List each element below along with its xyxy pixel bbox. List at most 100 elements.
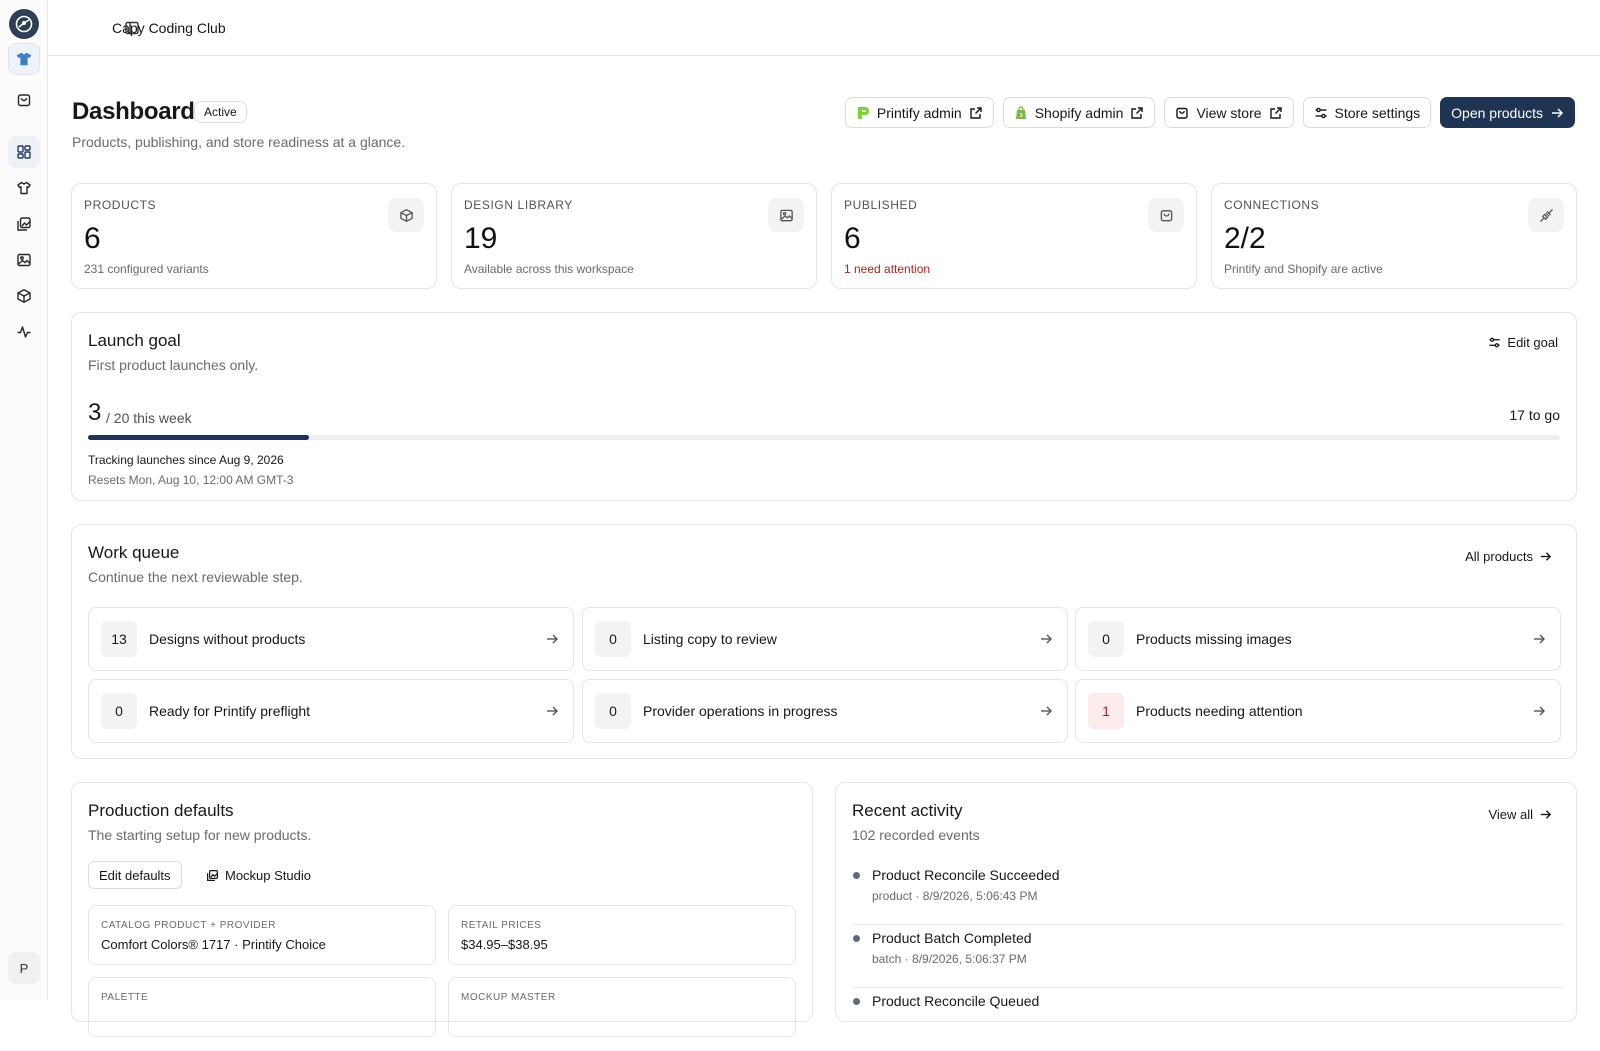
arrow-right-icon xyxy=(1540,551,1552,561)
activity-item[interactable]: Product Reconcile Succeeded product · 8/… xyxy=(852,863,1564,925)
printify-admin-label: Printify admin xyxy=(876,104,962,121)
stat-value: 6 xyxy=(844,222,861,255)
activity-item[interactable]: Product Batch Completed batch · 8/9/2026… xyxy=(852,926,1564,988)
field-catalog-product: CATALOG PRODUCT + PROVIDER Comfort Color… xyxy=(88,905,436,965)
image-icon[interactable] xyxy=(8,244,40,276)
shopping-bag-icon xyxy=(1176,107,1189,119)
activity-meta: batch · 8/9/2026, 5:06:37 PM xyxy=(872,952,1027,966)
arrow-right-icon xyxy=(1534,706,1545,716)
shopping-bag-icon[interactable] xyxy=(8,84,40,116)
view-all-button[interactable]: View all xyxy=(1488,799,1552,829)
queue-count-alert: 1 xyxy=(1088,693,1124,729)
arrow-right-icon xyxy=(547,706,558,716)
queue-count: 0 xyxy=(101,693,137,729)
panel-title: Work queue xyxy=(88,543,180,562)
edit-defaults-label: Edit defaults xyxy=(99,867,171,883)
field-label: MOCKUP MASTER xyxy=(461,992,556,1003)
field-value: $34.95–$38.95 xyxy=(461,937,548,952)
queue-label: Listing copy to review xyxy=(643,631,777,647)
field-label: RETAIL PRICES xyxy=(461,920,542,931)
recent-activity-panel: Recent activity 102 recorded events View… xyxy=(835,782,1577,1022)
stat-note: Printify and Shopify are active xyxy=(1224,262,1383,276)
view-store-label: View store xyxy=(1196,104,1262,121)
arrow-right-icon xyxy=(1552,107,1564,118)
shopify-logo-icon xyxy=(1015,105,1026,119)
queue-count: 0 xyxy=(595,621,631,657)
stat-label: PUBLISHED xyxy=(844,198,918,212)
external-link-icon xyxy=(970,106,982,119)
dashboard-icon[interactable] xyxy=(8,136,40,168)
images-gallery-icon xyxy=(207,869,218,881)
view-store-button[interactable]: View store xyxy=(1164,97,1294,128)
sliders-icon xyxy=(1489,337,1501,347)
goal-reset-time: Resets Mon, Aug 10, 12:00 AM GMT-3 xyxy=(88,473,294,487)
status-badge: Active xyxy=(194,101,247,123)
store-settings-label: Store settings xyxy=(1334,104,1421,121)
activity-pulse-icon[interactable] xyxy=(8,316,40,348)
stat-note-attention: 1 need attention xyxy=(844,262,931,276)
arrow-right-icon xyxy=(1540,809,1552,819)
production-defaults-panel: Production defaults The starting setup f… xyxy=(71,782,813,1037)
activity-title: Product Batch Completed xyxy=(872,930,1032,946)
printify-admin-button[interactable]: Printify admin xyxy=(844,97,994,128)
stat-card-connections: CONNECTIONS 2/2 Printify and Shopify are… xyxy=(1211,183,1577,289)
goal-tracking-since: Tracking launches since Aug 9, 2026 xyxy=(88,453,284,467)
all-products-label: All products xyxy=(1465,548,1533,564)
panel-title: Launch goal xyxy=(88,331,181,350)
arrow-right-icon xyxy=(1041,706,1052,716)
queue-label: Ready for Printify preflight xyxy=(149,703,311,719)
arrow-right-icon xyxy=(547,634,558,644)
activity-dot-icon xyxy=(853,998,860,1005)
icon-rail: P xyxy=(0,0,48,1000)
mockup-studio-button[interactable]: Mockup Studio xyxy=(206,861,311,889)
package-icon xyxy=(388,198,424,232)
app-logo-icon[interactable] xyxy=(9,9,39,39)
queue-item-missing-images[interactable]: 0 Products missing images xyxy=(1075,607,1561,671)
store-settings-button[interactable]: Store settings xyxy=(1302,97,1432,128)
edit-goal-button[interactable]: Edit goal xyxy=(1488,327,1558,357)
field-palette: PALETTE xyxy=(88,977,436,1037)
shopping-bag-icon xyxy=(1148,198,1184,232)
products-shirt-icon[interactable] xyxy=(8,172,40,204)
queue-label: Products needing attention xyxy=(1136,703,1303,719)
workspace-name: Capy Coding Club xyxy=(112,19,226,36)
panel-subtitle: First product launches only. xyxy=(88,357,259,373)
mockup-studio-label: Mockup Studio xyxy=(225,867,311,883)
goal-progress-bar xyxy=(88,435,1560,440)
queue-item-printify-preflight[interactable]: 0 Ready for Printify preflight xyxy=(88,679,574,743)
open-products-button[interactable]: Open products xyxy=(1440,97,1575,128)
queue-item-needing-attention[interactable]: 1 Products needing attention xyxy=(1075,679,1561,743)
stat-label: PRODUCTS xyxy=(84,198,157,212)
queue-item-listing-copy[interactable]: 0 Listing copy to review xyxy=(582,607,1068,671)
edit-defaults-button[interactable]: Edit defaults xyxy=(88,861,182,889)
queue-item-provider-operations[interactable]: 0 Provider operations in progress xyxy=(582,679,1068,743)
page-subtitle: Products, publishing, and store readines… xyxy=(72,134,406,150)
stat-value: 2/2 xyxy=(1224,222,1266,255)
stat-note: Available across this workspace xyxy=(464,262,634,276)
shopify-admin-button[interactable]: Shopify admin xyxy=(1002,97,1156,128)
header-actions: Printify admin Shopify admin View store … xyxy=(844,97,1575,128)
images-gallery-icon[interactable] xyxy=(8,208,40,240)
top-bar: Capy Coding Club xyxy=(48,0,1600,56)
queue-label: Products missing images xyxy=(1136,631,1292,647)
open-products-label: Open products xyxy=(1451,104,1543,121)
arrow-right-icon xyxy=(1534,634,1545,644)
all-products-button[interactable]: All products xyxy=(1465,541,1552,571)
page-title: Dashboard xyxy=(72,98,195,125)
panel-subtitle: 102 recorded events xyxy=(852,827,980,843)
activity-item[interactable]: Product Reconcile Queued xyxy=(852,989,1564,1051)
package-icon[interactable] xyxy=(8,280,40,312)
user-avatar[interactable]: P xyxy=(8,952,40,984)
image-icon xyxy=(768,198,804,232)
panel-title: Recent activity xyxy=(852,801,963,820)
view-all-label: View all xyxy=(1488,806,1533,822)
store-switcher-shirt-icon[interactable] xyxy=(8,43,40,75)
printify-logo-icon xyxy=(857,106,869,119)
queue-item-designs-without-products[interactable]: 13 Designs without products xyxy=(88,607,574,671)
goal-target: / 20 this week xyxy=(106,410,192,426)
sliders-icon xyxy=(1315,107,1327,118)
goal-progress-fill xyxy=(88,435,309,440)
stat-label: DESIGN LIBRARY xyxy=(464,198,573,212)
queue-count: 0 xyxy=(1088,621,1124,657)
arrow-right-icon xyxy=(1041,634,1052,644)
